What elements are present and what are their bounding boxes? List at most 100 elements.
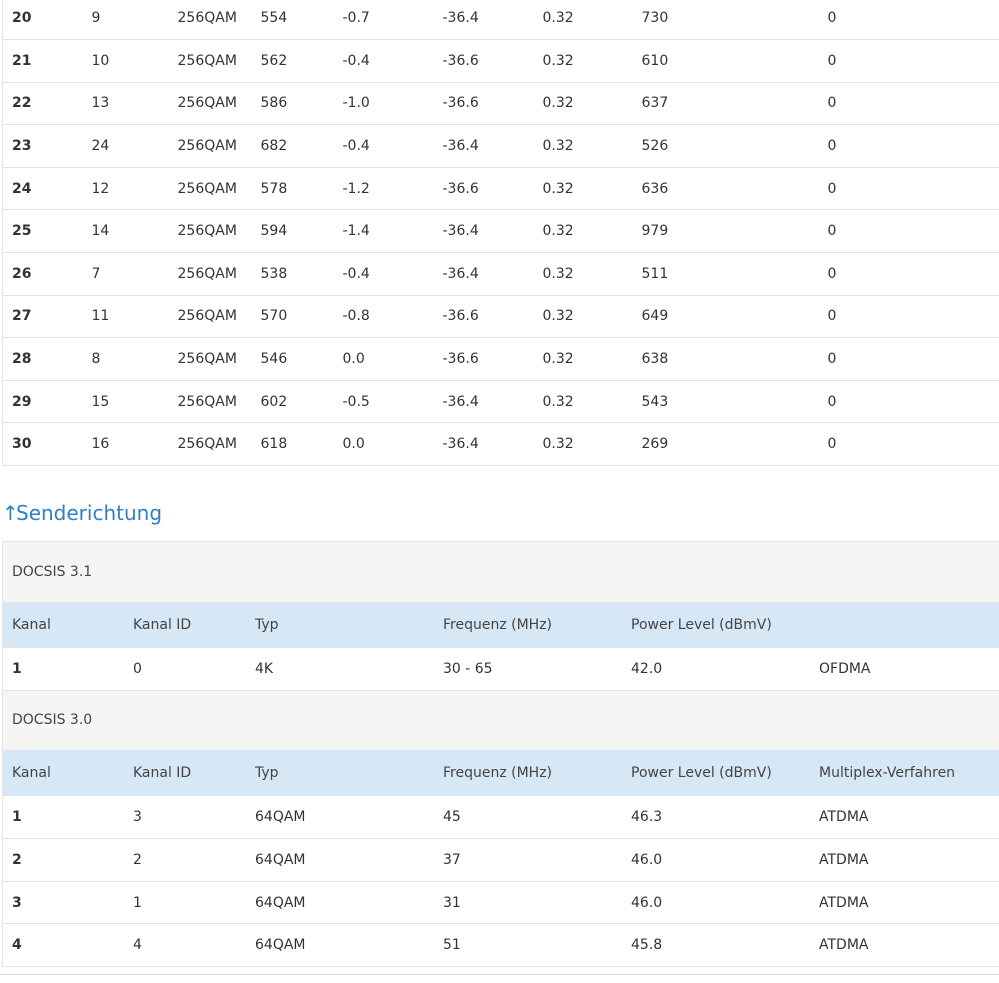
table-cell: 0 — [827, 436, 837, 453]
arrow-up-icon: ↑ — [2, 501, 19, 525]
column-header: Kanal — [12, 616, 51, 633]
table-row: 25 14 256QAM 594 -1.4 -36.4 0.32 979 0 — [2, 210, 999, 253]
table-cell: 0 — [827, 265, 837, 282]
table-cell: 7 — [91, 265, 101, 282]
table-cell: -36.6 — [442, 95, 479, 112]
table-cell: ATDMA — [819, 937, 869, 954]
table-row: 22 13 256QAM 586 -1.0 -36.6 0.32 637 0 — [2, 82, 999, 125]
table-cell: 14 — [91, 223, 110, 240]
table-cell: 46.3 — [631, 809, 663, 826]
table-cell: 2 — [12, 851, 22, 868]
table-cell: -36.4 — [442, 10, 479, 27]
table-cell: 0.0 — [342, 351, 365, 368]
table-cell: 543 — [641, 393, 669, 410]
table-row: 27 11 256QAM 570 -0.8 -36.6 0.32 649 0 — [2, 295, 999, 338]
docsis30-label: DOCSIS 3.0 — [12, 712, 93, 729]
table-row: 30 16 256QAM 618 0.0 -36.4 0.32 269 0 — [2, 423, 999, 466]
table-cell: 45.8 — [631, 937, 663, 954]
table-row: 3 1 64QAM 31 46.0 ATDMA — [3, 881, 999, 924]
table-cell: -36.4 — [442, 138, 479, 155]
table-cell: -36.4 — [442, 223, 479, 240]
table-cell: 586 — [260, 95, 288, 112]
table-row: 21 10 256QAM 562 -0.4 -36.6 0.32 610 0 — [2, 40, 999, 83]
table-cell: -0.4 — [342, 265, 370, 282]
table-row: 28 8 256QAM 546 0.0 -36.6 0.32 638 0 — [2, 338, 999, 381]
table-cell: 256QAM — [177, 393, 237, 410]
table-cell: 0.32 — [542, 351, 574, 368]
table-row: 1 3 64QAM 45 46.3 ATDMA — [3, 796, 999, 839]
table-cell: 4 — [133, 937, 142, 954]
table-cell: ATDMA — [819, 809, 869, 826]
table-cell: 23 — [12, 138, 32, 155]
table-cell: 29 — [12, 393, 32, 410]
table-cell: -36.6 — [442, 351, 479, 368]
table-cell: -0.7 — [342, 10, 370, 27]
column-header — [810, 602, 999, 648]
table-cell: OFDMA — [819, 660, 871, 677]
table-cell: 4 — [12, 937, 22, 954]
table-cell: 64QAM — [255, 894, 306, 911]
table-cell: -1.4 — [342, 223, 370, 240]
table-cell: -0.4 — [342, 52, 370, 69]
table-cell: 0.32 — [542, 52, 574, 69]
table-cell: 0 — [827, 180, 837, 197]
table-cell: 256QAM — [177, 138, 237, 155]
table-row: 2 2 64QAM 37 46.0 ATDMA — [3, 839, 999, 882]
downstream-channel-table: 20 9 256QAM 554 -0.7 -36.4 0.32 730 0 21 10 256QAM 5… — [2, 0, 999, 467]
table-cell: 13 — [91, 95, 110, 112]
column-header: Typ — [255, 616, 279, 633]
table-cell: -1.0 — [342, 95, 370, 112]
table-cell: 64QAM — [255, 937, 306, 954]
table-cell: 26 — [12, 265, 32, 282]
table-cell: 46.0 — [631, 894, 663, 911]
table-cell: 28 — [12, 351, 32, 368]
docsis31-column-headers: Kanal Kanal ID Typ Frequenz (MHz) Power Leve… — [3, 601, 999, 648]
table-cell: 0 — [827, 95, 837, 112]
docsis31-group-header: DOCSIS 3.1 — [3, 541, 999, 602]
column-header: Kanal ID — [133, 765, 192, 782]
table-cell: 12 — [91, 180, 110, 197]
table-cell: 0.32 — [542, 180, 574, 197]
table-row: 29 15 256QAM 602 -0.5 -36.4 0.32 543 0 — [2, 380, 999, 423]
table-cell: 25 — [12, 223, 32, 240]
table-cell: 638 — [641, 351, 669, 368]
table-cell: 0.0 — [342, 436, 365, 453]
table-cell: 0 — [133, 660, 142, 677]
table-cell: 24 — [12, 180, 32, 197]
table-cell: 31 — [443, 894, 461, 911]
table-cell: 0.32 — [542, 436, 574, 453]
table-cell: 20 — [12, 10, 32, 27]
table-cell: 64QAM — [255, 851, 306, 868]
table-cell: 618 — [260, 436, 288, 453]
table-cell: 0.32 — [542, 308, 574, 325]
table-cell: 37 — [443, 851, 461, 868]
table-cell: 22 — [12, 95, 32, 112]
table-cell: 649 — [641, 308, 669, 325]
table-cell: 0 — [827, 351, 837, 368]
table-cell: 15 — [91, 393, 110, 410]
table-cell: 570 — [260, 308, 288, 325]
table-cell: -36.6 — [442, 52, 479, 69]
table-cell: 30 — [12, 436, 32, 453]
table-cell: 0.32 — [542, 265, 574, 282]
table-cell: 11 — [91, 308, 110, 325]
table-cell: 0 — [827, 10, 837, 27]
table-cell: 256QAM — [177, 223, 237, 240]
table-cell: 1 — [133, 894, 142, 911]
table-cell: -36.4 — [442, 393, 479, 410]
table-cell: 610 — [641, 52, 669, 69]
table-cell: 682 — [260, 138, 288, 155]
table-row: 20 9 256QAM 554 -0.7 -36.4 0.32 730 0 — [2, 0, 999, 40]
table-cell: 30 - 65 — [443, 660, 493, 677]
table-cell: 562 — [260, 52, 288, 69]
table-cell: 10 — [91, 52, 110, 69]
table-cell: -36.4 — [442, 265, 479, 282]
table-cell: 3 — [133, 809, 142, 826]
table-cell: 0 — [827, 138, 837, 155]
table-cell: 16 — [91, 436, 110, 453]
table-row: 24 12 256QAM 578 -1.2 -36.6 0.32 636 0 — [2, 167, 999, 210]
table-cell: 538 — [260, 265, 288, 282]
upstream-channel-table: DOCSIS 3.1 Kanal Kanal ID Typ Frequenz (MHz)… — [3, 541, 999, 967]
table-cell: -36.6 — [442, 308, 479, 325]
cable-modem-status-page: 20 9 256QAM 554 -0.7 -36.4 0.32 730 0 21 10 256QAM 5… — [0, 0, 999, 983]
